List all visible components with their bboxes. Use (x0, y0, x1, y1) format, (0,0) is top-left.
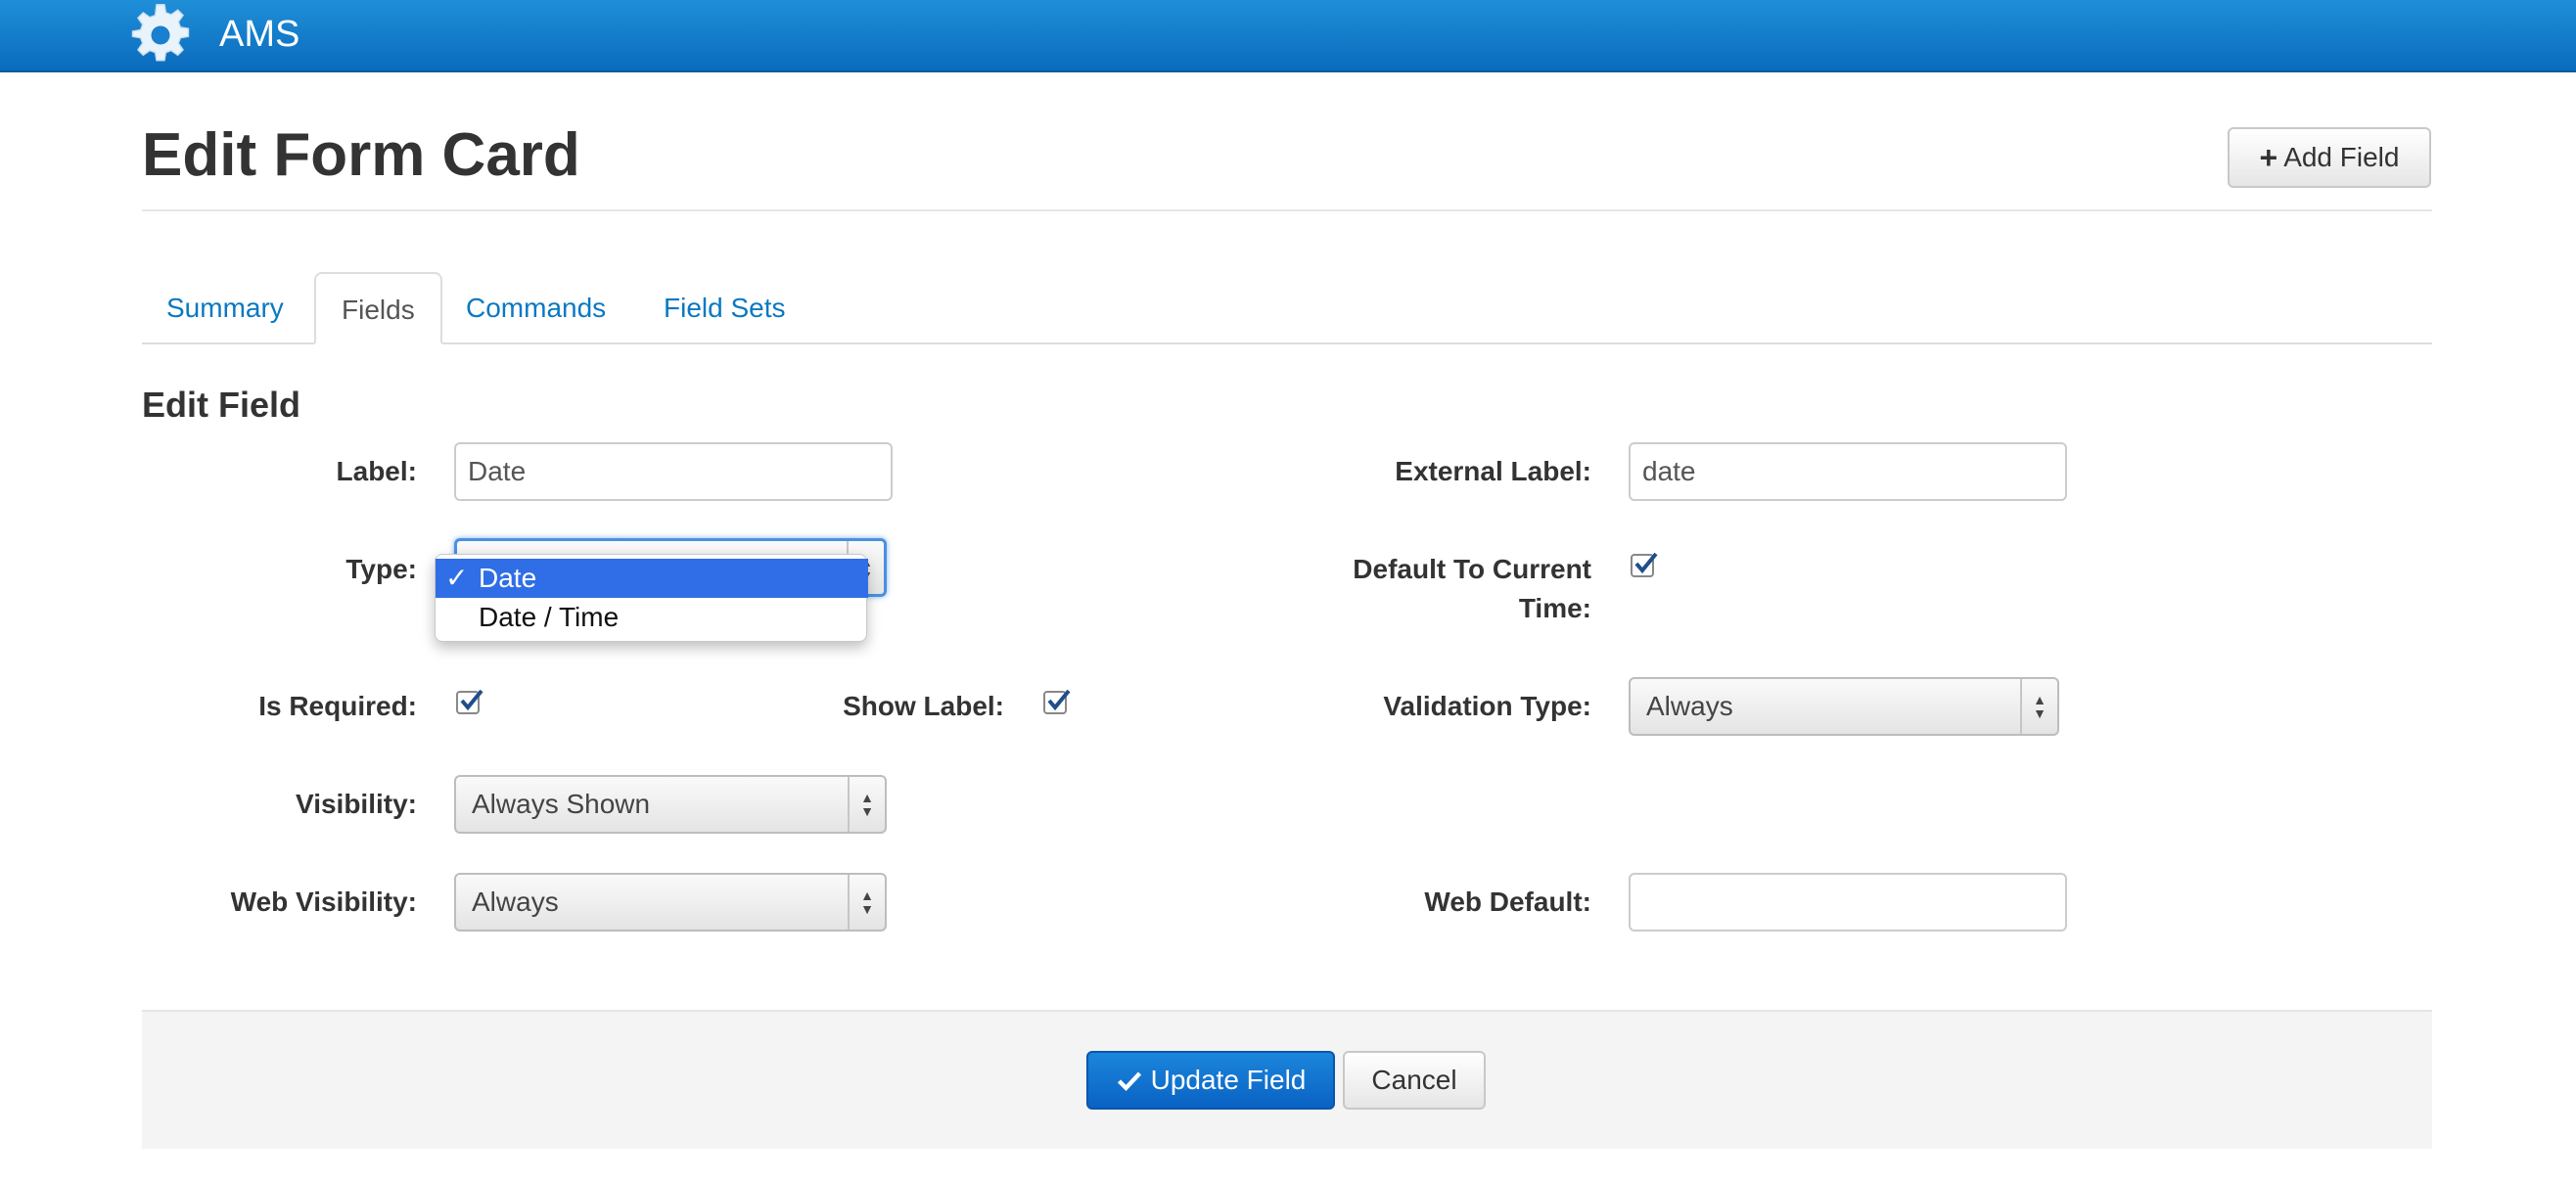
is-required-label: Is Required: (258, 691, 417, 721)
default-current-time-checkbox[interactable] (1631, 552, 1658, 577)
section-title: Edit Field (142, 385, 300, 425)
page-title: Edit Form Card (142, 121, 580, 189)
external-label-input[interactable]: date (1629, 442, 2067, 501)
visibility-value: Always Shown (472, 789, 651, 819)
tab-fields[interactable]: Fields (314, 272, 442, 344)
update-field-label: Update Field (1150, 1065, 1307, 1095)
validation-type-select[interactable]: Always ▲ ▼ (1629, 677, 2059, 736)
select-arrows-icon: ▲▼ (848, 875, 885, 930)
title-divider (142, 209, 2432, 211)
web-visibility-label: Web Visibility: (230, 886, 417, 917)
web-visibility-value: Always (472, 886, 559, 917)
label-input[interactable]: Date (454, 442, 893, 501)
checkmark-icon (460, 689, 483, 711)
type-dropdown-menu: ✓ Date Date / Time (435, 554, 868, 642)
web-visibility-select[interactable]: Always ▲ ▼ (454, 873, 887, 932)
type-option-date-label: Date (479, 563, 537, 593)
checkmark-icon (1634, 552, 1658, 574)
show-label-checkbox[interactable] (1043, 689, 1071, 714)
tab-summary[interactable]: Summary (141, 272, 309, 344)
tab-commands[interactable]: Commands (440, 272, 631, 344)
show-label-label: Show Label: (843, 691, 1004, 721)
add-field-label: Add Field (2283, 142, 2400, 172)
visibility-select[interactable]: Always Shown ▲ ▼ (454, 775, 887, 834)
is-required-checkbox[interactable] (456, 689, 483, 714)
update-field-button[interactable]: Update Field (1086, 1051, 1335, 1110)
validation-type-label: Validation Type: (1383, 691, 1591, 721)
select-arrows-icon: ▲▼ (2020, 679, 2057, 734)
external-label-field-label: External Label: (1395, 456, 1591, 486)
default-current-time-label-2: Time: (1518, 593, 1591, 623)
type-option-date-time[interactable]: Date / Time (436, 598, 868, 637)
type-option-date-time-label: Date / Time (479, 602, 620, 632)
web-default-label: Web Default: (1424, 886, 1591, 917)
top-navbar: AMS (0, 0, 2576, 72)
default-current-time-label-1: Default To Current (1353, 554, 1591, 584)
cancel-button[interactable]: Cancel (1343, 1051, 1486, 1110)
add-field-button[interactable]: + Add Field (2228, 127, 2431, 188)
checkmark-icon: ✓ (445, 563, 469, 593)
check-icon (1117, 1071, 1141, 1092)
type-option-date[interactable]: ✓ Date (436, 559, 868, 598)
web-default-input[interactable] (1629, 873, 2067, 932)
brand-title[interactable]: AMS (219, 12, 299, 57)
validation-type-value: Always (1646, 691, 1733, 721)
tab-field-sets[interactable]: Field Sets (638, 272, 811, 344)
plus-icon: + (2259, 140, 2278, 175)
type-field-label: Type: (345, 554, 417, 584)
checkmark-icon (1047, 689, 1071, 711)
visibility-label: Visibility: (296, 789, 417, 819)
label-field-label: Label: (336, 456, 417, 486)
select-arrows-icon: ▲▼ (848, 777, 885, 832)
gear-icon[interactable] (127, 2, 194, 68)
